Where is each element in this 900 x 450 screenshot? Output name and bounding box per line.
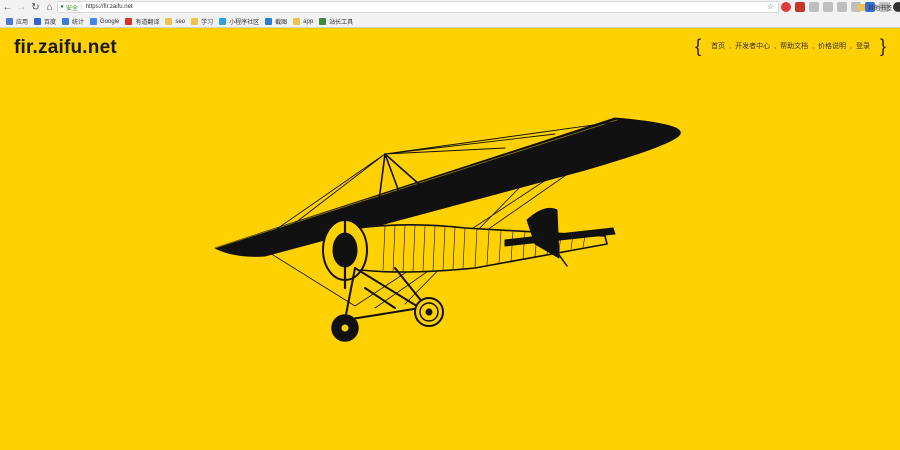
address-bar[interactable]: ● 安全 | https://fir.zaifu.net ☆ [57,1,779,13]
nav-link[interactable]: 首页 [707,41,729,51]
extension-icon[interactable] [823,2,833,12]
bookmark-label: 站长工具 [329,20,354,26]
nav-items: 首页, 开发者中心, 帮助文档, 价格说明, 登录 [701,41,880,51]
stats-icon [62,18,70,25]
bookmark-label: 统计 [72,20,85,26]
site-title[interactable]: fir.zaifu.net [14,37,117,59]
bookmark-label: 有道翻译 [135,20,160,26]
bookmark-item[interactable]: 应用 [6,17,28,26]
tail-skid [556,251,568,267]
webmaster-icon [319,18,327,25]
mail-extension-icon[interactable] [795,2,805,12]
bookmarks-bar: 应用 百度 统计 Google 有道翻译 seo 学习 小程序社区 截图 app 站长工具 [0,15,900,28]
bookmark-item[interactable]: 截图 [265,17,287,26]
close-brace: } [879,36,886,56]
left-wheel-hub [340,323,350,333]
bookmark-item[interactable]: 统计 [62,17,84,26]
nav-link[interactable]: 开发者中心 [731,41,774,51]
bookmark-star-icon[interactable]: ☆ [767,2,774,12]
bookmark-item[interactable]: Google [90,18,119,25]
bookmark-item[interactable]: seo [165,18,185,25]
address-separator: | [81,4,83,10]
bookmark-label: 百度 [44,20,57,26]
other-bookmarks-label: 其他书签 [867,6,892,12]
bookmark-item[interactable]: 有道翻译 [125,17,159,26]
lock-icon: ● [60,4,64,10]
apps-grid-icon [6,18,13,25]
bookmark-label: seo [175,18,186,25]
bookmark-label: 应用 [16,20,29,26]
reload-button[interactable]: ↻ [29,1,42,14]
forward-button[interactable]: → [15,1,28,14]
youdao-icon [125,18,133,25]
browser-toolbar: ← → ↻ ⌂ ● 安全 | https://fir.zaifu.net ☆ ⋮ [0,0,900,15]
back-button[interactable]: ← [1,1,14,14]
secure-label: 安全 [66,5,79,12]
screenshot-icon [265,18,273,25]
folder-icon [857,4,865,11]
home-button[interactable]: ⌂ [43,1,56,14]
url-text[interactable]: https://fir.zaifu.net [86,4,133,10]
bookmark-label: 小程序社区 [229,20,260,26]
opera-extension-icon[interactable] [781,2,791,12]
extension-icon[interactable] [837,2,847,12]
baidu-icon [34,18,42,25]
extension-icon[interactable] [809,2,819,12]
other-bookmarks[interactable]: 其他书签 [857,3,892,12]
browser-chrome: ← → ↻ ⌂ ● 安全 | https://fir.zaifu.net ☆ ⋮… [0,0,900,28]
bookmark-item[interactable]: app [293,18,313,25]
mini-program-icon [219,18,227,25]
bookmark-label: app [303,18,314,25]
bookmark-label: 截图 [275,20,288,26]
profile-avatar-icon[interactable] [893,2,900,12]
top-navigation: { 首页, 开发者中心, 帮助文档, 价格说明, 登录 } [695,36,886,56]
airplane-illustration [214,117,681,342]
right-wheel-hub [425,308,433,316]
folder-icon [293,18,301,25]
bookmark-label: Google [100,18,120,25]
nav-link[interactable]: 登录 [852,41,874,51]
google-icon [90,18,98,25]
folder-icon [191,18,199,25]
nav-link[interactable]: 帮助文档 [776,41,812,51]
nav-link[interactable]: 价格说明 [814,41,850,51]
bookmark-label: 学习 [201,20,214,26]
bookmark-item[interactable]: 站长工具 [319,17,353,26]
bookmark-item[interactable]: 学习 [191,17,213,26]
folder-icon [165,18,173,25]
bookmark-item[interactable]: 百度 [34,17,56,26]
bookmark-item[interactable]: 小程序社区 [219,17,259,26]
